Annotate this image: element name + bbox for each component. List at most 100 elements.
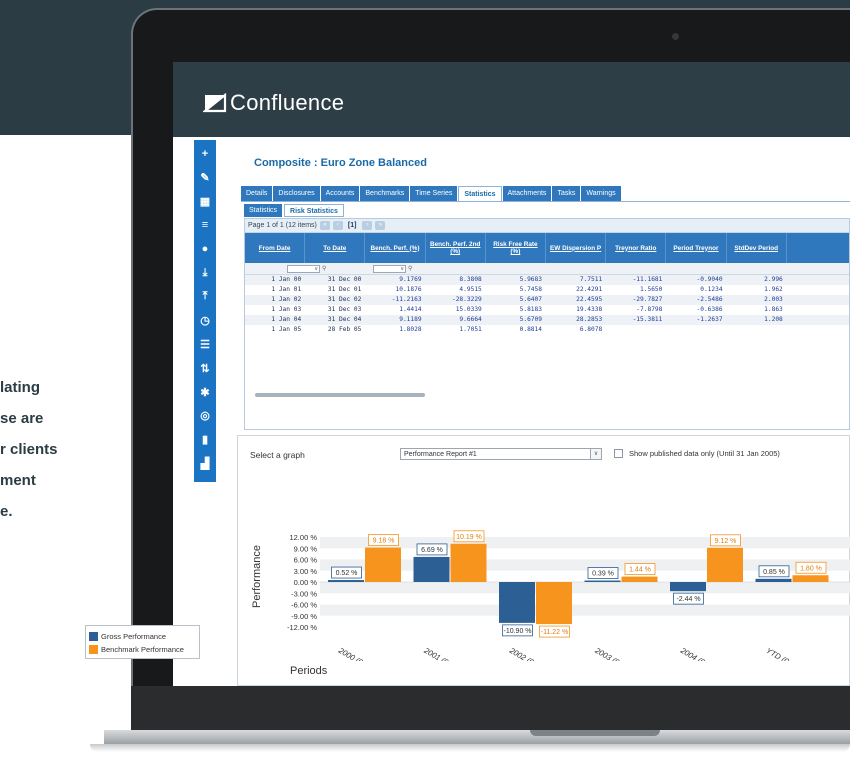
tab-tasks[interactable]: Tasks — [552, 186, 581, 201]
table-cell: 10.1876 — [395, 286, 422, 293]
table-cell: 1 Jan 03 — [271, 306, 302, 313]
filter-icon[interactable]: ⚲ — [322, 265, 326, 272]
column-header[interactable]: Bench. Perf. (%) — [365, 233, 426, 263]
last-page-button[interactable]: » — [375, 221, 386, 230]
info-icon[interactable]: ● — [194, 237, 216, 261]
filter-icon[interactable]: ⚲ — [408, 265, 412, 272]
y-tick-label: -9.00 % — [291, 612, 317, 621]
current-page[interactable]: [1] — [348, 222, 357, 229]
select-graph-label: Select a graph — [250, 450, 305, 460]
data-label: 1.44 % — [629, 567, 651, 574]
horizontal-scrollbar[interactable] — [255, 393, 425, 397]
data-label: 10.19 % — [456, 534, 482, 541]
bar — [499, 582, 535, 623]
table-row[interactable]: 1 Jan 04 31 Dec 04 9.1189 9.6664 5.6709 28.28… — [245, 315, 849, 325]
table-cell: -15.3811 — [632, 316, 663, 323]
bar — [450, 543, 487, 582]
column-header[interactable]: Treynor Ratio — [606, 233, 667, 263]
tab-benchmarks[interactable]: Benchmarks — [360, 186, 410, 201]
subtab-risk-statistics[interactable]: Risk Statistics — [284, 204, 344, 217]
confluence-logo-icon — [203, 93, 227, 113]
column-header[interactable]: Risk Free Rate (%) — [486, 233, 546, 263]
document-icon[interactable]: ▮ — [194, 428, 216, 452]
tab-details[interactable]: Details — [241, 186, 273, 201]
brand-logo[interactable]: Confluence — [203, 90, 344, 116]
column-header[interactable]: Period Treynor — [666, 233, 727, 263]
y-tick-label: 6.00 % — [294, 556, 318, 565]
table-cell: 9.1769 — [399, 276, 422, 283]
table-cell: 31 Dec 03 — [327, 306, 362, 313]
bar — [365, 547, 401, 582]
column-header[interactable]: Bench. Perf. 2nd (%) — [426, 233, 486, 263]
bar — [621, 576, 658, 582]
column-header[interactable]: From Date — [245, 233, 306, 263]
published-only-checkbox[interactable] — [614, 449, 623, 458]
tab-warnings[interactable]: Warnings — [581, 186, 621, 201]
table-cell: 5.6709 — [519, 316, 542, 323]
tab-accounts[interactable]: Accounts — [320, 186, 360, 201]
clock-icon[interactable]: ◷ — [194, 309, 216, 333]
table-cell: 5.7458 — [519, 286, 542, 293]
table-cell: 28.2853 — [576, 316, 603, 323]
y-tick-label: -3.00 % — [291, 589, 317, 598]
gear-icon[interactable]: ✱ — [194, 380, 216, 404]
tab-time-series[interactable]: Time Series — [410, 186, 458, 201]
sort-icon[interactable]: ⇅ — [194, 356, 216, 380]
tab-disclosures[interactable]: Disclosures — [273, 186, 320, 201]
menu-icon[interactable]: ☰ — [194, 332, 216, 356]
app-header: Confluence — [173, 62, 850, 137]
grid-header: From Date To Date Bench. Perf. (%) Bench. P… — [245, 233, 849, 263]
subtab-statistics[interactable]: Statistics — [244, 204, 283, 217]
report-select[interactable]: Performance Report #1 ∨ — [400, 448, 602, 460]
table-cell: -11.1681 — [632, 276, 663, 283]
marketing-line: r clients — [0, 441, 58, 458]
first-page-button[interactable]: « — [319, 221, 330, 230]
pencil-icon[interactable]: ✎ — [194, 166, 216, 190]
table-row[interactable]: 1 Jan 00 31 Dec 00 9.1769 8.3808 5.9683 7.751… — [245, 275, 849, 285]
chevron-down-icon[interactable]: ∨ — [590, 449, 601, 459]
list-icon[interactable]: ≡ — [194, 213, 216, 237]
table-cell: 5.6407 — [519, 296, 542, 303]
target-icon[interactable]: ◎ — [194, 404, 216, 428]
y-axis-label: Performance — [251, 545, 263, 608]
camera-icon — [672, 33, 679, 40]
table-cell: 31 Dec 02 — [327, 296, 362, 303]
import-icon[interactable]: ⤓ — [194, 261, 216, 285]
table-cell: 2.003 — [764, 296, 783, 303]
bar — [536, 582, 572, 625]
table-row[interactable]: 1 Jan 01 31 Dec 01 10.1876 4.9515 5.7458 22.4… — [245, 285, 849, 295]
table-cell: 2.996 — [764, 276, 783, 283]
legend-swatch — [89, 631, 98, 641]
column-header[interactable]: EW Dispersion P — [546, 233, 607, 263]
legend-item: Benchmark Performance — [89, 643, 184, 655]
x-tick-label: YTD (01 Jan 2005 — [765, 646, 825, 661]
prev-page-button[interactable]: ‹ — [332, 221, 343, 230]
trash-icon[interactable]: ▦ — [194, 190, 216, 214]
pager-text: Page 1 of 1 (12 items) — [248, 222, 317, 229]
table-cell: 15.0339 — [455, 306, 482, 313]
table-cell: 1 Jan 00 — [271, 276, 302, 283]
legend-label: Benchmark Performance — [101, 644, 184, 654]
table-row[interactable]: 1 Jan 02 31 Dec 02 -11.2163 -28.3229 5.6407 2… — [245, 295, 849, 305]
data-label: 9.12 % — [715, 538, 737, 545]
tab-attachments[interactable]: Attachments — [502, 186, 552, 201]
table-cell: -1.2637 — [696, 316, 723, 323]
table-row[interactable]: 1 Jan 05 28 Feb 05 1.8028 1.7051 0.8814 6.807… — [245, 325, 849, 335]
table-cell: -11.2163 — [391, 296, 422, 303]
table-cell: 1 Jan 04 — [271, 316, 302, 323]
table-row[interactable]: 1 Jan 03 31 Dec 03 1.4414 15.0339 5.8183 19.4… — [245, 305, 849, 315]
table-cell: 1.7051 — [459, 326, 482, 333]
tab-statistics[interactable]: Statistics — [458, 186, 502, 202]
from-date-filter-select[interactable]: ∨ — [287, 265, 320, 273]
table-cell: 19.4338 — [576, 306, 603, 313]
export-icon[interactable]: ⤒ — [194, 285, 216, 309]
column-header[interactable]: StdDev Period — [727, 233, 787, 263]
bar-chart-icon[interactable]: ▟ — [194, 451, 216, 475]
next-page-button[interactable]: › — [362, 221, 373, 230]
table-cell: -0.6386 — [696, 306, 723, 313]
to-date-filter-select[interactable]: ∨ — [373, 265, 406, 273]
table-cell — [727, 325, 787, 335]
column-header[interactable]: To Date — [305, 233, 366, 263]
main-content: Composite : Euro Zone Balanced Details Di… — [223, 140, 850, 686]
plus-icon[interactable]: + — [194, 142, 216, 166]
